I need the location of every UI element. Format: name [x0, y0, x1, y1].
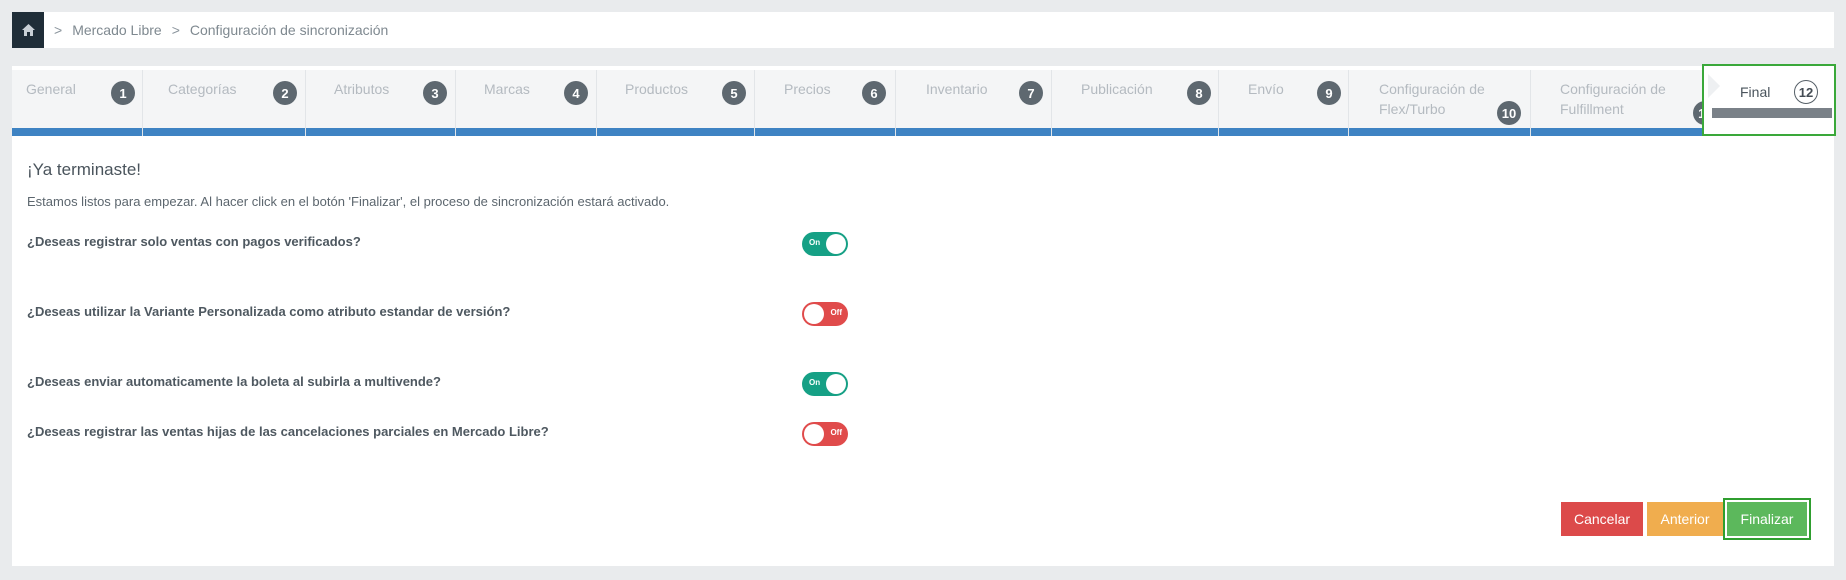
step-final[interactable]: Final 12 — [1702, 64, 1836, 136]
step-progress — [456, 128, 596, 136]
step-label: Atributos — [334, 81, 390, 97]
step-progress — [755, 128, 895, 136]
step-label: Productos — [625, 81, 689, 97]
toggle-knob — [826, 234, 846, 254]
step-marcas[interactable]: Marcas 4 — [456, 70, 597, 136]
chevron-right-icon: > — [54, 22, 63, 38]
step-number: 2 — [273, 81, 297, 105]
step-label: Inventario — [926, 81, 988, 97]
step-number: 1 — [111, 81, 135, 105]
step-configuracion-fulfillment[interactable]: Configuración de Fulfillment 11 — [1531, 70, 1717, 136]
step-progress — [306, 128, 455, 136]
step-precios[interactable]: Precios 6 — [755, 70, 896, 136]
page-title: ¡Ya terminaste! — [27, 160, 142, 179]
step-number: 8 — [1187, 81, 1211, 105]
step-number: 3 — [423, 81, 447, 105]
step-label: Configuración de Flex/Turbo — [1379, 79, 1485, 119]
step-label: Final — [1740, 84, 1771, 100]
step-progress — [1219, 128, 1348, 136]
step-categorias[interactable]: Categorías 2 — [143, 70, 306, 136]
toggle-state-label: Off — [830, 308, 842, 317]
step-progress — [143, 128, 305, 136]
step-label-line1: Configuración de — [1560, 81, 1666, 97]
step-general[interactable]: General 1 — [12, 70, 143, 136]
toggle-knob — [804, 304, 824, 324]
chevron-right-icon — [1708, 74, 1720, 98]
step-progress — [1531, 128, 1712, 136]
toggle-knob — [826, 374, 846, 394]
question-partial-cancellations: ¿Deseas registrar las ventas hijas de la… — [27, 424, 549, 439]
toggle-state-label: On — [809, 238, 821, 247]
toggle-state-label: Off — [830, 428, 842, 437]
step-progress — [1712, 108, 1832, 118]
toggle-partial-cancellations[interactable]: Off — [802, 422, 848, 446]
previous-button[interactable]: Anterior — [1647, 502, 1723, 536]
step-label-line2: Flex/Turbo — [1379, 101, 1446, 117]
step-number: 5 — [722, 81, 746, 105]
toggle-verified-payments[interactable]: On — [802, 232, 848, 256]
step-inventario[interactable]: Inventario 7 — [896, 70, 1052, 136]
step-progress — [1349, 128, 1530, 136]
step-number: 6 — [862, 81, 886, 105]
step-label: Precios — [784, 81, 831, 97]
toggle-custom-variant[interactable]: Off — [802, 302, 848, 326]
question-verified-payments: ¿Deseas registrar solo ventas con pagos … — [27, 234, 361, 249]
toggle-auto-send-invoice[interactable]: On — [802, 372, 848, 396]
cancel-button[interactable]: Cancelar — [1561, 502, 1643, 536]
wizard-panel: General 1 Categorías 2 Atributos 3 Marca… — [12, 64, 1836, 566]
step-label: Envío — [1248, 81, 1284, 97]
step-number: 4 — [564, 81, 588, 105]
finish-button-highlight: Finalizar — [1723, 498, 1811, 540]
question-auto-send-invoice: ¿Deseas enviar automaticamente la boleta… — [27, 374, 441, 389]
step-number: 9 — [1317, 81, 1341, 105]
step-label: Categorías — [168, 81, 237, 97]
step-productos[interactable]: Productos 5 — [597, 70, 755, 136]
step-number: 7 — [1019, 81, 1043, 105]
wizard-steps: General 1 Categorías 2 Atributos 3 Marca… — [12, 64, 1836, 136]
home-icon — [21, 24, 35, 36]
toggle-knob — [804, 424, 824, 444]
breadcrumb-link-mercado-libre[interactable]: Mercado Libre — [72, 22, 162, 38]
step-atributos[interactable]: Atributos 3 — [306, 70, 456, 136]
step-label: Marcas — [484, 81, 530, 97]
step-envio[interactable]: Envío 9 — [1219, 70, 1349, 136]
step-publicacion[interactable]: Publicación 8 — [1052, 70, 1219, 136]
toggle-state-label: On — [809, 378, 821, 387]
breadcrumb: > Mercado Libre > Configuración de sincr… — [12, 12, 1834, 48]
step-label: General — [26, 81, 76, 97]
step-progress — [896, 128, 1051, 136]
step-progress — [597, 128, 754, 136]
step-configuracion-flex-turbo[interactable]: Configuración de Flex/Turbo 10 — [1349, 70, 1531, 136]
page-subtitle: Estamos listos para empezar. Al hacer cl… — [27, 194, 670, 209]
step-number: 10 — [1497, 101, 1521, 125]
step-label-line1: Configuración de — [1379, 81, 1485, 97]
breadcrumb-current-page: Configuración de sincronización — [189, 22, 389, 38]
step-progress — [12, 128, 142, 136]
step-progress — [1052, 128, 1218, 136]
finish-button[interactable]: Finalizar — [1727, 502, 1807, 536]
step-number: 12 — [1794, 80, 1818, 104]
step-label: Publicación — [1081, 81, 1153, 97]
step-label-line2: Fulfillment — [1560, 101, 1624, 117]
question-custom-variant: ¿Deseas utilizar la Variante Personaliza… — [27, 304, 511, 319]
chevron-right-icon: > — [171, 22, 180, 38]
home-button[interactable] — [12, 12, 44, 48]
step-label: Configuración de Fulfillment — [1560, 79, 1666, 119]
